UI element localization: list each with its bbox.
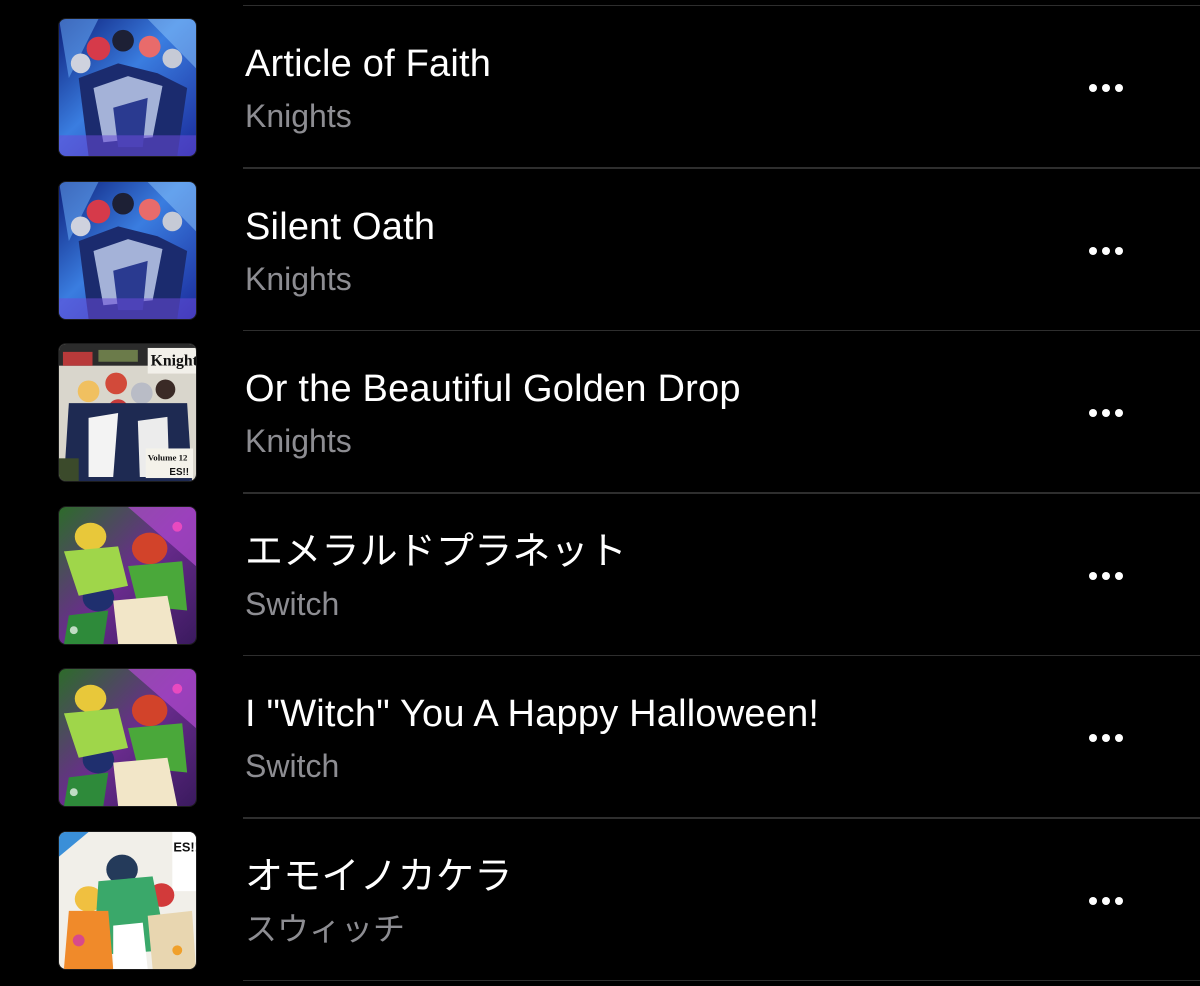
track-list: Article of Faith Knights Silent Oath Kni…: [0, 6, 1200, 981]
track-row[interactable]: ES!! オモイノカケラ スウィッチ: [0, 819, 1200, 982]
more-horizontal-icon: [1089, 734, 1097, 742]
track-title: Silent Oath: [245, 205, 436, 248]
track-title: Or the Beautiful Golden Drop: [245, 368, 741, 410]
more-horizontal-icon: [1089, 896, 1097, 905]
more-button[interactable]: [1078, 885, 1134, 917]
track-row[interactable]: Article of Faith Knights: [0, 6, 1200, 169]
artwork-logo: ES!!: [173, 839, 196, 854]
album-artwork[interactable]: [58, 18, 197, 157]
track-title: エメラルドプラネット: [245, 530, 628, 573]
track-title: I "Witch" You A Happy Halloween!: [245, 693, 820, 735]
album-artwork[interactable]: [58, 668, 197, 807]
artwork-masthead: Knight: [151, 353, 196, 370]
track-title: Article of Faith: [245, 43, 492, 85]
more-button[interactable]: [1078, 722, 1134, 754]
artwork-logo: ES!!: [169, 467, 189, 478]
track-title: オモイノカケラ: [245, 855, 513, 898]
more-horizontal-icon: [1089, 84, 1097, 92]
more-horizontal-icon: [1089, 409, 1097, 417]
more-button[interactable]: [1078, 397, 1134, 429]
track-artist[interactable]: Knights: [245, 421, 352, 461]
track-artist[interactable]: Switch: [245, 584, 339, 624]
track-row[interactable]: Knight Volume 12 ES!! Or the Beautiful G…: [0, 331, 1200, 494]
album-artwork[interactable]: Knight Volume 12 ES!!: [58, 343, 197, 482]
knights-newspaper-art: Knight Volume 12 ES!!: [59, 344, 196, 481]
track-artist[interactable]: Knights: [245, 259, 352, 299]
knights-blue-stage-art: [59, 19, 196, 156]
more-button[interactable]: [1078, 72, 1134, 104]
track-artist[interactable]: Switch: [245, 746, 339, 786]
album-artwork[interactable]: ES!!: [58, 830, 197, 970]
album-artwork[interactable]: [58, 505, 197, 645]
switch-white-colorful-art: ES!!: [59, 831, 196, 969]
more-horizontal-icon: [1089, 246, 1097, 255]
knights-blue-stage-art: [59, 181, 196, 319]
track-artist[interactable]: Knights: [245, 96, 352, 136]
switch-green-magic-art: [59, 506, 196, 644]
more-horizontal-icon: [1089, 571, 1097, 580]
album-artwork[interactable]: [58, 180, 197, 320]
track-row[interactable]: I "Witch" You A Happy Halloween! Switch: [0, 656, 1200, 819]
artwork-volume: Volume 12: [148, 452, 188, 462]
more-button[interactable]: [1078, 235, 1134, 267]
track-row[interactable]: Silent Oath Knights: [0, 169, 1200, 332]
track-row[interactable]: エメラルドプラネット Switch: [0, 494, 1200, 657]
switch-green-magic-art: [59, 669, 196, 806]
track-artist[interactable]: スウィッチ: [245, 909, 405, 949]
more-button[interactable]: [1078, 560, 1134, 592]
